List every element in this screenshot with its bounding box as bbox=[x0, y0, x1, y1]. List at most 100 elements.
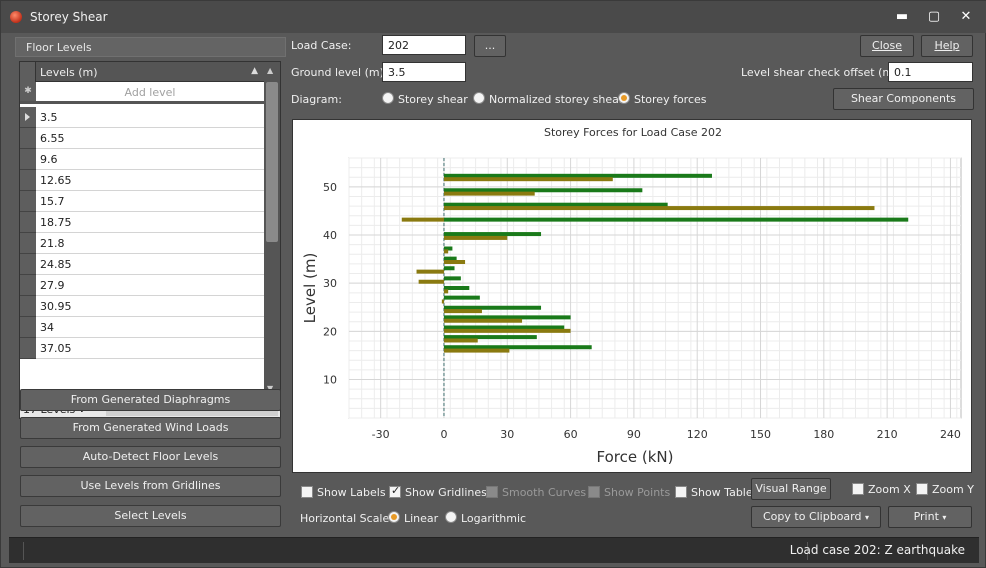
radio-normalized-storey-shear-label[interactable]: Normalized storey shear bbox=[489, 93, 623, 106]
bar-series-2 bbox=[418, 279, 444, 284]
radio-linear[interactable] bbox=[388, 511, 400, 523]
zoom-y-checkbox[interactable] bbox=[916, 483, 928, 495]
table-row[interactable]: 12.65 bbox=[20, 170, 264, 191]
table-row[interactable]: 18.75 bbox=[20, 212, 264, 233]
y-tick-label: 10 bbox=[323, 373, 337, 386]
shear-components-button[interactable]: Shear Components bbox=[833, 88, 974, 110]
bar-series-1 bbox=[443, 276, 461, 281]
row-selector[interactable] bbox=[20, 212, 36, 233]
row-selector[interactable] bbox=[20, 170, 36, 191]
row-selector[interactable] bbox=[20, 275, 36, 296]
add-level-row[interactable]: ✱ Add level bbox=[20, 82, 264, 104]
x-tick-label: 30 bbox=[500, 428, 514, 441]
show-gridlines-label[interactable]: Show Gridlines bbox=[405, 486, 487, 499]
table-row[interactable]: 21.8 bbox=[20, 233, 264, 254]
scroll-thumb[interactable] bbox=[266, 82, 278, 242]
level-value[interactable]: 9.6 bbox=[40, 153, 58, 166]
table-row[interactable]: 37.05 bbox=[20, 338, 264, 359]
x-tick-label: -30 bbox=[372, 428, 390, 441]
visual-range-button[interactable]: Visual Range bbox=[751, 478, 831, 500]
y-tick-label: 20 bbox=[323, 325, 337, 338]
zoom-x-checkbox[interactable] bbox=[852, 483, 864, 495]
radio-logarithmic[interactable] bbox=[445, 511, 457, 523]
table-row[interactable]: 9.6 bbox=[20, 149, 264, 170]
table-row[interactable]: 3.5 bbox=[20, 107, 264, 128]
maximize-button[interactable]: ▢ bbox=[923, 7, 945, 27]
row-selector[interactable] bbox=[20, 149, 36, 170]
select-all-cell[interactable] bbox=[20, 62, 36, 82]
scroll-up-icon[interactable]: ▲ bbox=[267, 66, 273, 75]
sort-up-icon: ▲ bbox=[251, 66, 258, 76]
print-button[interactable]: Print ▾ bbox=[888, 506, 972, 528]
level-value[interactable]: 3.5 bbox=[40, 111, 58, 124]
load-case-input[interactable]: 202 bbox=[382, 35, 466, 55]
use-levels-from-gridlines-button[interactable]: Use Levels from Gridlines bbox=[20, 475, 281, 497]
copy-to-clipboard-button[interactable]: Copy to Clipboard ▾ bbox=[751, 506, 881, 528]
load-case-browse-button[interactable]: ... bbox=[474, 35, 506, 57]
copy-dropdown-icon: ▾ bbox=[864, 513, 869, 522]
grid-vertical-scrollbar[interactable]: ▲ ▼ bbox=[264, 62, 280, 398]
minimize-button[interactable]: ▬ bbox=[891, 7, 913, 27]
row-selector[interactable] bbox=[20, 128, 36, 149]
x-tick-label: 90 bbox=[627, 428, 641, 441]
grid-header: Levels (m) ▲ bbox=[20, 62, 264, 82]
zoom-y-label[interactable]: Zoom Y bbox=[932, 483, 974, 496]
row-selector[interactable] bbox=[20, 233, 36, 254]
table-row[interactable]: 34 bbox=[20, 317, 264, 338]
level-value[interactable]: 21.8 bbox=[40, 237, 65, 250]
print-dropdown-icon: ▾ bbox=[942, 513, 947, 522]
close-button[interactable]: Close bbox=[860, 35, 914, 57]
level-value[interactable]: 37.05 bbox=[40, 342, 72, 355]
zoom-x-label[interactable]: Zoom X bbox=[868, 483, 911, 496]
from-generated-diaphragms-button[interactable]: From Generated Diaphragms bbox=[20, 389, 281, 411]
shear-offset-input[interactable]: 0.1 bbox=[888, 62, 973, 82]
row-selector[interactable] bbox=[20, 254, 36, 275]
row-selector[interactable] bbox=[20, 317, 36, 338]
level-value[interactable]: 6.55 bbox=[40, 132, 65, 145]
table-row[interactable]: 24.85 bbox=[20, 254, 264, 275]
show-labels-label[interactable]: Show Labels bbox=[317, 486, 386, 499]
row-selector[interactable] bbox=[20, 338, 36, 359]
radio-linear-label[interactable]: Linear bbox=[404, 512, 438, 525]
table-row[interactable]: 6.55 bbox=[20, 128, 264, 149]
level-value[interactable]: 24.85 bbox=[40, 258, 72, 271]
radio-normalized-storey-shear[interactable] bbox=[473, 92, 485, 104]
bar-series-1 bbox=[443, 217, 909, 222]
close-window-button[interactable]: ✕ bbox=[955, 7, 977, 27]
level-value[interactable]: 12.65 bbox=[40, 174, 72, 187]
row-selector[interactable] bbox=[20, 296, 36, 317]
levels-column-header[interactable]: Levels (m) bbox=[40, 66, 98, 79]
x-tick-label: 150 bbox=[750, 428, 771, 441]
radio-storey-shear-label[interactable]: Storey shear bbox=[398, 93, 468, 106]
ground-level-input[interactable]: 3.5 bbox=[382, 62, 466, 82]
table-row[interactable]: 27.9 bbox=[20, 275, 264, 296]
print-button-label: Print bbox=[913, 510, 939, 523]
bar-series-2 bbox=[443, 206, 875, 211]
level-value[interactable]: 27.9 bbox=[40, 279, 65, 292]
radio-storey-forces-label[interactable]: Storey forces bbox=[634, 93, 707, 106]
radio-storey-shear[interactable] bbox=[382, 92, 394, 104]
y-tick-label: 40 bbox=[323, 229, 337, 242]
show-labels-checkbox[interactable] bbox=[301, 486, 313, 498]
x-tick-label: 120 bbox=[687, 428, 708, 441]
level-value[interactable]: 15.7 bbox=[40, 195, 65, 208]
table-row[interactable]: 30.95 bbox=[20, 296, 264, 317]
level-value[interactable]: 34 bbox=[40, 321, 54, 334]
show-gridlines-checkbox[interactable] bbox=[389, 484, 401, 498]
row-selector[interactable] bbox=[20, 107, 36, 128]
select-levels-button[interactable]: Select Levels bbox=[20, 505, 281, 527]
show-table-checkbox[interactable] bbox=[675, 486, 687, 498]
radio-storey-forces[interactable] bbox=[618, 92, 630, 104]
row-selector[interactable] bbox=[20, 191, 36, 212]
level-value[interactable]: 30.95 bbox=[40, 300, 72, 313]
show-table-label[interactable]: Show Table bbox=[691, 486, 753, 499]
from-generated-wind-loads-button[interactable]: From Generated Wind Loads bbox=[20, 417, 281, 439]
bar-series-2 bbox=[443, 309, 482, 314]
window-title: Storey Shear bbox=[30, 10, 108, 24]
radio-logarithmic-label[interactable]: Logarithmic bbox=[461, 512, 526, 525]
copy-to-clipboard-label: Copy to Clipboard bbox=[763, 510, 862, 523]
help-button[interactable]: Help bbox=[921, 35, 973, 57]
level-value[interactable]: 18.75 bbox=[40, 216, 72, 229]
table-row[interactable]: 15.7 bbox=[20, 191, 264, 212]
auto-detect-floor-levels-button[interactable]: Auto-Detect Floor Levels bbox=[20, 446, 281, 468]
